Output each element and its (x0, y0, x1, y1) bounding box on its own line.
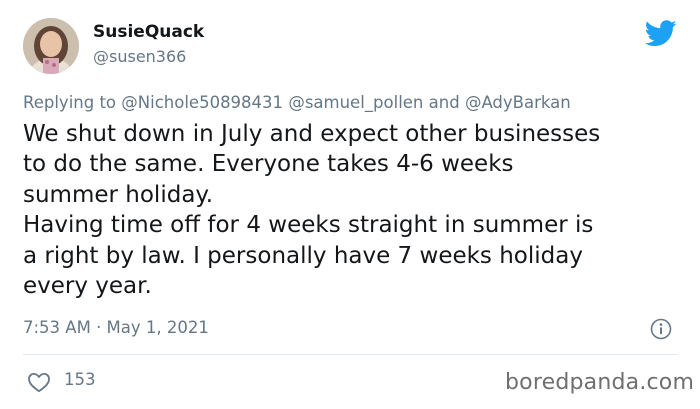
tweet-text-line: a right by law. I personally have 7 week… (23, 242, 583, 269)
author-handle[interactable]: @susen366 (93, 47, 186, 66)
heart-icon[interactable] (27, 371, 51, 393)
tweet-card: SusieQuack @susen366 Replying to @Nichol… (0, 0, 700, 409)
reply-prefix: Replying to (23, 93, 117, 112)
tweet-text-line: every year. (23, 273, 152, 300)
divider (23, 354, 677, 355)
mention-link[interactable]: @samuel_pollen (288, 93, 423, 112)
tweet-timestamp[interactable]: 7:53 AM · May 1, 2021 (23, 318, 209, 337)
reply-and: and (428, 93, 460, 112)
info-icon[interactable] (650, 318, 672, 340)
avatar[interactable] (23, 18, 79, 74)
watermark: boredpanda.com (505, 370, 695, 395)
mention-link[interactable]: @Nichole50898431 (121, 93, 283, 112)
tweet-text-line: We shut down in July and expect other bu… (23, 121, 601, 147)
like-count[interactable]: 153 (64, 370, 96, 389)
mention-link[interactable]: @AdyBarkan (465, 93, 571, 112)
tweet-text-line: Having time off for 4 weeks straight in … (23, 212, 594, 239)
author-display-name[interactable]: SusieQuack (93, 22, 204, 42)
tweet-text: We shut down in July and expect other bu… (23, 119, 683, 301)
tweet-text-line: to do the same. Everyone takes 4-6 weeks (23, 151, 514, 178)
twitter-bird-icon[interactable] (645, 20, 677, 47)
reply-context: Replying to @Nichole50898431 @samuel_pol… (23, 93, 571, 112)
avatar-photo (23, 18, 79, 74)
tweet-text-line: summer holiday. (23, 181, 214, 208)
